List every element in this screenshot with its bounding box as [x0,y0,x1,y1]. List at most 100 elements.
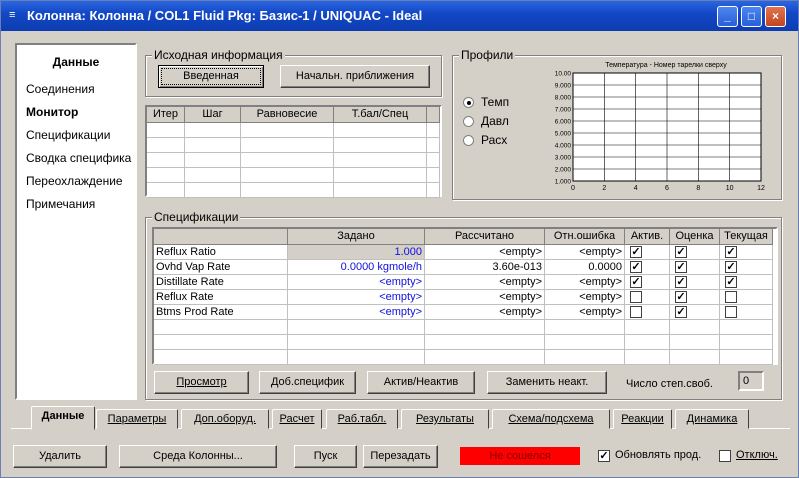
tab-5[interactable]: Результаты [401,409,489,429]
spec-empty-cell [425,350,545,365]
replace-inactive-button[interactable]: Заменить неакт. [487,371,607,394]
disable-label: Отключ. [736,449,778,461]
spec-empty-cell [425,320,545,335]
column-icon: ≡ [9,9,16,21]
spec-current-checkbox[interactable]: ✓ [725,261,737,273]
spec-calculated: <empty> [425,305,545,320]
spec-estimate-cell: ✓ [670,275,720,290]
spec-specified[interactable]: 1.000 [288,245,425,260]
chart-x-tick: 6 [665,185,669,192]
spec-estimate-checkbox[interactable]: ✓ [675,276,687,288]
disable-checkbox[interactable] [719,450,731,462]
chart-x-tick: 10 [726,185,734,192]
spec-estimate-checkbox[interactable]: ✓ [675,246,687,258]
iter-cell [147,138,185,153]
tab-0[interactable]: Данные [31,406,95,430]
iter-cell [427,123,440,138]
spec-empty-cell [545,335,625,350]
spec-specified[interactable]: <empty> [288,290,425,305]
tab-6[interactable]: Схема/подсхема [492,409,610,429]
iter-cell [147,153,185,168]
nav-item-monitor[interactable]: Монитор [26,105,78,119]
iter-cell [427,168,440,183]
spec-active-checkbox[interactable] [630,291,642,303]
update-products-checkbox[interactable]: ✓ [598,450,610,462]
spec-calculated: 3.60e-013 [425,260,545,275]
spec-estimate-checkbox[interactable]: ✓ [675,261,687,273]
initial-estimates-button[interactable]: Начальн. приближения [280,65,430,88]
spec-specified[interactable]: <empty> [288,305,425,320]
spec-empty-cell [545,350,625,365]
nav-item-specs[interactable]: Спецификации [26,128,110,142]
iter-cell [427,183,440,198]
chart-x-tick: 4 [634,185,638,192]
tab-7[interactable]: Реакции [613,409,672,429]
iter-col-header: Итер [147,107,185,123]
chart-y-tick: 3.000 [555,155,572,162]
title-bar[interactable]: ≡ Колонна: Колонна / COL1 Fluid Pkg: Баз… [1,1,798,31]
spec-estimate-checkbox[interactable]: ✓ [675,291,687,303]
spec-current-checkbox[interactable] [725,291,737,303]
reset-button[interactable]: Перезадать [363,445,438,468]
tab-1[interactable]: Параметры [96,409,178,429]
spec-current-checkbox[interactable] [725,306,737,318]
add-spec-button[interactable]: Доб.специфик [259,371,356,394]
spec-specified[interactable]: 0.0000 kgmole/h [288,260,425,275]
entered-button[interactable]: Введенная [158,65,264,88]
iter-cell [147,183,185,198]
iter-cell [147,168,185,183]
nav-item-connections[interactable]: Соединения [26,82,95,96]
delete-button[interactable]: Удалить [13,445,107,468]
nav-item-spec-summary[interactable]: Сводка специфика [26,151,131,165]
spec-active-checkbox[interactable]: ✓ [630,261,642,273]
tab-2[interactable]: Доп.оборуд. [181,409,269,429]
iter-cell [241,138,334,153]
run-button[interactable]: Пуск [294,445,357,468]
spec-empty-cell [625,320,670,335]
tab-4[interactable]: Раб.табл. [326,409,398,429]
maximize-button[interactable]: □ [741,6,762,27]
spec-current-checkbox[interactable]: ✓ [725,246,737,258]
radio-flow-label: Расх [481,133,508,147]
tab-8[interactable]: Динамика [675,409,749,429]
column-env-button[interactable]: Среда Колонны... [119,445,277,468]
view-button[interactable]: Просмотр [154,371,249,394]
iteration-table[interactable]: Итер Шаг Равновесие Т.бал/Спец [145,105,442,198]
spec-estimate-checkbox[interactable]: ✓ [675,306,687,318]
spec-col-header-6: Текущая [720,229,773,245]
spec-empty-cell [425,335,545,350]
tab-3[interactable]: Расчет [272,409,322,429]
equilibrium-col-header: Равновесие [241,107,334,123]
spec-empty-cell [288,335,425,350]
chart-y-tick: 8.000 [555,95,572,102]
radio-pressure[interactable] [463,116,474,127]
iter-cell [241,123,334,138]
spec-active-checkbox[interactable] [630,306,642,318]
toggle-active-button[interactable]: Актив/Неактив [367,371,475,394]
spec-current-checkbox[interactable]: ✓ [725,276,737,288]
chart-x-tick: 12 [757,185,765,192]
iter-col-spacer [427,107,440,123]
convergence-status: Не сошелся [460,447,580,465]
nav-item-notes[interactable]: Примечания [26,197,95,211]
radio-temp[interactable] [463,97,474,108]
radio-flow[interactable] [463,135,474,146]
close-button[interactable]: × [765,6,786,27]
spec-name[interactable]: Reflux Rate [154,290,288,305]
chart-y-tick: 9.000 [555,83,572,90]
specs-table[interactable]: Задано Рассчитано Отн.ошибка Актив. Оценка Те… [152,227,778,365]
spec-active-checkbox[interactable]: ✓ [630,246,642,258]
spec-name[interactable]: Btms Prod Rate [154,305,288,320]
spec-specified[interactable]: <empty> [288,275,425,290]
nav-item-subcooling[interactable]: Переохлаждение [26,174,123,188]
spec-active-cell: ✓ [625,275,670,290]
spec-calculated: <empty> [425,290,545,305]
spec-name[interactable]: Reflux Ratio [154,245,288,260]
chart-y-tick: 5.000 [555,131,572,138]
spec-active-checkbox[interactable]: ✓ [630,276,642,288]
spec-empty-cell [625,350,670,365]
minimize-button[interactable]: _ [717,6,738,27]
spec-name[interactable]: Ovhd Vap Rate [154,260,288,275]
spec-name[interactable]: Distillate Rate [154,275,288,290]
spec-col-header-4: Актив. [625,229,670,245]
